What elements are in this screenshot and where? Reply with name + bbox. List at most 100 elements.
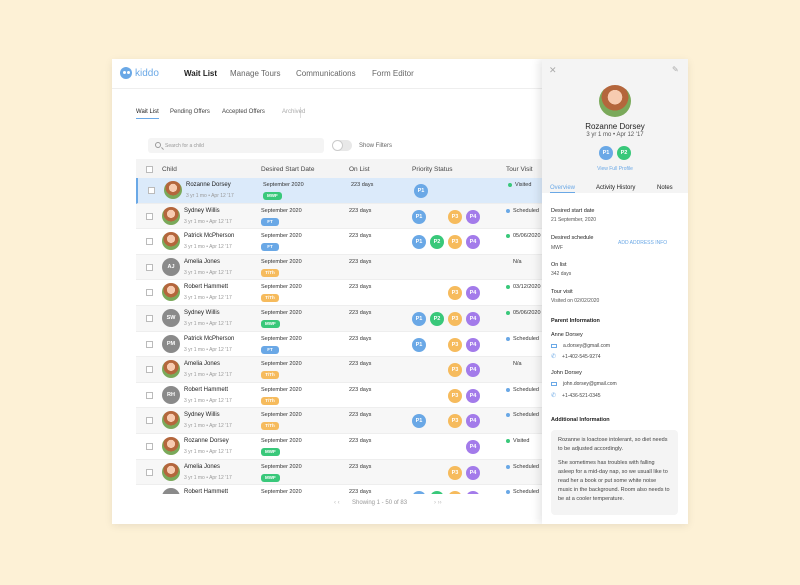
table-body: Rozanne Dorsey 3 yr 1 mo • Apr 12 '17 Sept… (136, 178, 542, 494)
subtab-accepted-offers[interactable]: Accepted Offers (222, 109, 265, 118)
close-icon[interactable]: ✕ (549, 65, 557, 76)
column-on-list[interactable]: On List (349, 166, 370, 173)
table-row[interactable]: Amelia Jones 3 yr 1 mo • Apr 12 '17 Septem… (136, 357, 542, 383)
child-avatar (162, 462, 180, 481)
next-page-icon[interactable]: › ›› (434, 500, 442, 506)
priority-badge: P3 (448, 363, 462, 378)
prev-page-icon[interactable]: ‹ ‹ (334, 500, 340, 506)
desired-start-date: September 2020 (261, 489, 302, 494)
phone-icon: ✆ (551, 393, 557, 399)
status-dot-icon (506, 464, 510, 469)
parent-phone[interactable]: ✆ +1-402-545-9274 (551, 354, 601, 360)
child-name[interactable]: Sydney Willis (184, 310, 220, 316)
child-name[interactable]: Rozanne Dorsey (184, 438, 229, 444)
column-priority-status[interactable]: Priority Status (412, 166, 452, 173)
child-name[interactable]: Amelia Jones (184, 361, 220, 367)
row-checkbox[interactable] (146, 340, 153, 348)
table-row[interactable]: SW Sydney Willis 3 yr 1 mo • Apr 12 '17 Sep… (136, 306, 542, 332)
table-row[interactable]: PM Patrick McPherson 3 yr 1 mo • Apr 12 '1… (136, 331, 542, 358)
mail-icon (551, 381, 557, 387)
row-checkbox[interactable] (146, 212, 153, 220)
priority-badge: P1 (412, 209, 426, 224)
profile-avatar (599, 85, 631, 117)
parent-phone[interactable]: ✆ +1-436-521-0345 (551, 393, 601, 399)
row-checkbox[interactable] (146, 315, 153, 322)
parent-email[interactable]: a.dorsey@gmail.com (551, 343, 610, 349)
priority-badge: P4 (466, 491, 480, 494)
parent-info-heading: Parent Information (551, 318, 600, 324)
child-name[interactable]: Patrick McPherson (184, 233, 234, 239)
view-full-profile-link[interactable]: View Full Profile (542, 166, 688, 172)
child-age: 3 yr 1 mo • Apr 12 '17 (186, 193, 234, 199)
table-row[interactable]: RHRobert Hammett3 yr 1 mo • Apr 12 '17Se… (136, 485, 542, 494)
child-avatar: PM (162, 334, 180, 353)
select-all-checkbox[interactable] (146, 166, 153, 173)
row-checkbox[interactable] (146, 391, 153, 399)
nav-wait-list[interactable]: Wait List (184, 69, 217, 78)
row-checkbox[interactable] (148, 187, 155, 194)
table-row[interactable]: Rozanne Dorsey 3 yr 1 mo • Apr 12 '17 Sept… (136, 178, 542, 204)
table-row[interactable]: Patrick McPherson 3 yr 1 mo • Apr 12 '17 S… (136, 229, 542, 255)
logo[interactable]: kiddo (120, 67, 159, 79)
status-dot-icon (506, 234, 510, 239)
child-age: 3 yr 1 mo • Apr 12 '17 (184, 244, 232, 251)
subtab-wait-list[interactable]: Wait List (136, 109, 159, 119)
tour-visit-text: 05/06/2020 (513, 310, 541, 316)
subtab-pending-offers[interactable]: Pending Offers (170, 109, 210, 118)
desired-schedule-label: Desired schedule (551, 235, 594, 241)
subtab-archived[interactable]: Archived (282, 109, 305, 118)
nav-form-editor[interactable]: Form Editor (372, 69, 414, 78)
schedule-badge: T/Th (261, 396, 279, 405)
child-name[interactable]: Rozanne Dorsey (186, 182, 231, 188)
additional-info-box: Rozanne is loactose intolerant, so diet … (551, 430, 678, 515)
table-row[interactable]: Amelia Jones 3 yr 1 mo • Apr 12 '17 Septem… (136, 459, 542, 486)
tour-visit-text: Visited (515, 182, 532, 188)
child-name[interactable]: Robert Hammett (184, 387, 228, 393)
table-row[interactable]: Sydney Willis 3 yr 1 mo • Apr 12 '17 Septe… (136, 203, 542, 230)
table-row[interactable]: RHRobert Hammett3 yr 1 mo • Apr 12 '17Se… (136, 382, 542, 409)
table-row[interactable]: Rozanne Dorsey 3 yr 1 mo • Apr 12 '17 Sept… (136, 434, 542, 460)
column-child[interactable]: Child (162, 166, 177, 173)
child-name[interactable]: Robert Hammett (184, 489, 228, 494)
row-checkbox[interactable] (146, 366, 153, 374)
row-checkbox[interactable] (146, 238, 153, 246)
column-tour-visit[interactable]: Tour Visit (506, 166, 533, 173)
table-row[interactable]: Robert Hammett 3 yr 1 mo • Apr 12 '17 Sept… (136, 280, 542, 306)
child-name[interactable]: Amelia Jones (184, 259, 220, 265)
nav-manage-tours[interactable]: Manage Tours (230, 69, 281, 78)
priority-badge: P3 (448, 235, 462, 250)
child-name[interactable]: Robert Hammett (184, 284, 228, 290)
row-checkbox[interactable] (146, 468, 153, 476)
tab-activity-history[interactable]: Activity History (596, 185, 635, 191)
show-filters-label: Show Filters (359, 143, 393, 149)
schedule-badge: T/Th (261, 371, 279, 380)
parent-email[interactable]: john.dorsey@gmail.com (551, 381, 617, 387)
row-checkbox[interactable] (146, 417, 153, 425)
row-checkbox[interactable] (146, 263, 153, 271)
column-desired-start[interactable]: Desired Start Date (261, 166, 314, 173)
tab-notes[interactable]: Notes (657, 185, 673, 191)
add-address-info-link[interactable]: ADD ADDRESS INFO (618, 240, 667, 246)
on-list-days: 223 days (349, 438, 372, 444)
show-filters-toggle[interactable] (332, 140, 352, 151)
child-avatar: RH (162, 488, 180, 494)
table-row[interactable]: AJ Amelia Jones 3 yr 1 mo • Apr 12 '17 Sept… (136, 254, 542, 281)
status-dot-icon (508, 183, 512, 187)
row-checkbox[interactable] (146, 443, 153, 450)
schedule-badge: MWF (261, 320, 280, 328)
schedule-badge: MWF (261, 448, 280, 456)
edit-icon[interactable]: ✎ (672, 65, 679, 74)
child-name[interactable]: Patrick McPherson (184, 336, 234, 342)
child-name[interactable]: Sydney Willis (184, 208, 220, 214)
child-name[interactable]: Sydney Willis (184, 412, 220, 418)
schedule-badge: FT (261, 345, 279, 354)
parent-name: John Dorsey (551, 370, 582, 376)
priority-badge: P3 (448, 388, 462, 403)
search-input[interactable] (165, 140, 315, 151)
row-checkbox[interactable] (146, 289, 153, 297)
table-row[interactable]: Sydney Willis 3 yr 1 mo • Apr 12 '17 Septe… (136, 408, 542, 434)
profile-priority-badge: P2 (617, 146, 631, 160)
tab-overview[interactable]: Overview (550, 185, 576, 193)
child-name[interactable]: Amelia Jones (184, 464, 220, 470)
nav-communications[interactable]: Communications (296, 69, 356, 78)
